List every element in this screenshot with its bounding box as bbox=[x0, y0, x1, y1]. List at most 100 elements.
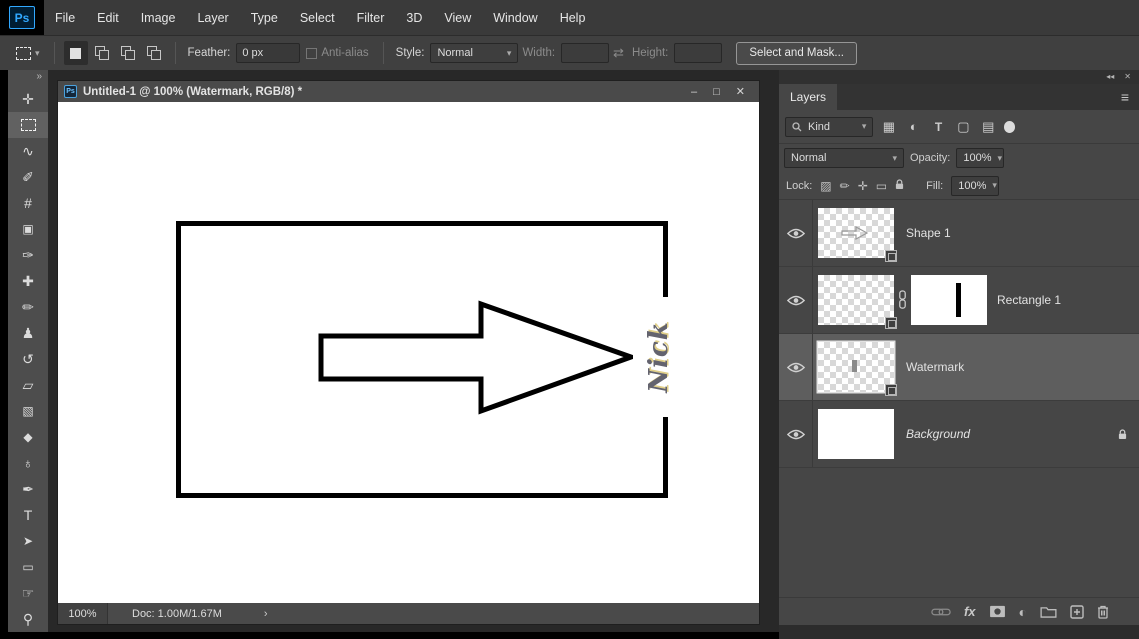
panel-menu-icon[interactable]: ≡ bbox=[1121, 84, 1139, 110]
new-selection-button[interactable] bbox=[63, 41, 88, 65]
panel-tabbar: Layers ≡ bbox=[779, 84, 1139, 110]
filter-kind-select[interactable]: Kind ▾ bbox=[785, 116, 874, 137]
collapse-panels-icon[interactable]: ◂◂ bbox=[1106, 70, 1114, 84]
filter-smart-object-layers-icon[interactable]: ▤ bbox=[979, 119, 998, 135]
path-selection-tool[interactable]: ➤ bbox=[8, 528, 48, 554]
pen-tool[interactable]: ✒ bbox=[8, 476, 48, 502]
delete-layer-icon[interactable] bbox=[1097, 605, 1109, 619]
clone-stamp-tool[interactable]: ♟ bbox=[8, 320, 48, 346]
minimize-button[interactable]: – bbox=[691, 86, 697, 98]
mask-link-icon[interactable] bbox=[898, 290, 907, 310]
fill-select[interactable]: 100% ▾ bbox=[951, 175, 1000, 196]
filter-adjustment-layers-icon[interactable]: ◐ bbox=[904, 119, 923, 134]
move-tool[interactable]: ✛ bbox=[8, 86, 48, 112]
rectangular-marquee-tool[interactable] bbox=[8, 112, 48, 138]
hand-tool[interactable]: ☞ bbox=[8, 580, 48, 606]
rectangle-tool[interactable]: ▭ bbox=[8, 554, 48, 580]
menu-image[interactable]: Image bbox=[130, 0, 187, 35]
opacity-select[interactable]: 100% ▾ bbox=[956, 148, 1005, 168]
visibility-toggle[interactable] bbox=[779, 334, 813, 400]
lock-position-icon[interactable]: ✛ bbox=[858, 179, 868, 193]
crop-tool[interactable]: # bbox=[8, 190, 48, 216]
zoom-tool[interactable]: ⚲ bbox=[8, 606, 48, 632]
zoom-level[interactable]: 100% bbox=[58, 603, 108, 624]
link-layers-icon[interactable] bbox=[931, 607, 951, 617]
new-group-icon[interactable] bbox=[1040, 606, 1057, 618]
layer-name[interactable]: Shape 1 bbox=[906, 226, 951, 240]
style-select[interactable]: Normal ▾ bbox=[430, 43, 519, 63]
eraser-tool[interactable]: ▱ bbox=[8, 372, 48, 398]
eyedropper-tool[interactable]: ✑ bbox=[8, 242, 48, 268]
add-layer-mask-icon[interactable] bbox=[989, 605, 1006, 618]
menu-file[interactable]: File bbox=[44, 0, 86, 35]
blur-tool[interactable]: ◆ bbox=[8, 424, 48, 450]
anti-alias-checkbox bbox=[306, 47, 318, 59]
status-chevron-icon[interactable]: › bbox=[264, 608, 268, 620]
dodge-tool[interactable]: ♁ bbox=[8, 450, 48, 476]
menu-3d[interactable]: 3D bbox=[395, 0, 433, 35]
close-panel-icon[interactable]: ✕ bbox=[1124, 70, 1131, 84]
visibility-toggle[interactable] bbox=[779, 401, 813, 467]
select-and-mask-button[interactable]: Select and Mask... bbox=[736, 41, 857, 65]
spot-healing-brush-tool[interactable]: ✚ bbox=[8, 268, 48, 294]
document-titlebar[interactable]: Ps Untitled-1 @ 100% (Watermark, RGB/8) … bbox=[58, 81, 759, 102]
frame-tool[interactable]: ▣ bbox=[8, 216, 48, 242]
eye-icon bbox=[786, 228, 805, 238]
maximize-button[interactable]: □ bbox=[713, 86, 720, 98]
layer-row-background[interactable]: Background bbox=[779, 401, 1139, 468]
quick-selection-tool[interactable]: ✐ bbox=[8, 164, 48, 190]
menu-window[interactable]: Window bbox=[482, 0, 548, 35]
layer-row-watermark[interactable]: Watermark bbox=[779, 334, 1139, 401]
filter-shape-layers-icon[interactable]: ▢ bbox=[954, 119, 973, 135]
close-button[interactable]: ✕ bbox=[736, 85, 745, 98]
menu-edit[interactable]: Edit bbox=[86, 0, 130, 35]
layer-style-icon[interactable]: fx bbox=[964, 604, 976, 619]
new-layer-icon[interactable] bbox=[1070, 604, 1084, 619]
lock-transparent-pixels-icon[interactable]: ▨ bbox=[820, 179, 831, 193]
tab-layers[interactable]: Layers bbox=[779, 84, 837, 110]
gradient-tool[interactable]: ▧ bbox=[8, 398, 48, 424]
feather-input[interactable] bbox=[236, 43, 301, 63]
brush-tool[interactable]: ✏ bbox=[8, 294, 48, 320]
layer-row-rectangle1[interactable]: Rectangle 1 bbox=[779, 267, 1139, 334]
lock-image-pixels-icon[interactable]: ✏ bbox=[840, 179, 850, 193]
visibility-toggle[interactable] bbox=[779, 267, 813, 333]
menu-type[interactable]: Type bbox=[240, 0, 289, 35]
menu-layer[interactable]: Layer bbox=[186, 0, 239, 35]
layer-thumbnail[interactable] bbox=[818, 275, 897, 329]
layer-name[interactable]: Watermark bbox=[906, 360, 964, 374]
layer-name[interactable]: Rectangle 1 bbox=[997, 293, 1061, 307]
layer-thumbnail[interactable] bbox=[818, 208, 897, 262]
layer-thumbnail[interactable] bbox=[818, 409, 894, 459]
subtract-from-selection-button[interactable] bbox=[116, 41, 140, 65]
background-lock-icon[interactable] bbox=[1118, 428, 1127, 440]
add-to-selection-button[interactable] bbox=[90, 41, 114, 65]
filter-toggle-switch[interactable] bbox=[1003, 120, 1015, 133]
history-brush-tool[interactable]: ↺ bbox=[8, 346, 48, 372]
filter-pixel-layers-icon[interactable]: ▦ bbox=[879, 119, 898, 135]
canvas[interactable]: Nick bbox=[58, 102, 759, 604]
layer-row-shape1[interactable]: Shape 1 bbox=[779, 200, 1139, 267]
menu-view[interactable]: View bbox=[433, 0, 482, 35]
blend-mode-select[interactable]: Normal ▾ bbox=[784, 148, 904, 168]
lock-all-icon[interactable] bbox=[895, 178, 904, 193]
layer-mask-thumbnail[interactable] bbox=[911, 275, 987, 325]
menu-filter[interactable]: Filter bbox=[346, 0, 396, 35]
adjustment-layer-icon[interactable]: ◐ bbox=[1019, 604, 1027, 620]
layers-list[interactable]: Shape 1 Rectangle 1 Watermark Background bbox=[779, 200, 1139, 597]
filter-type-layers-icon[interactable]: T bbox=[929, 120, 948, 134]
lasso-tool[interactable]: ∿ bbox=[8, 138, 48, 164]
tool-preset-dropdown[interactable]: ▾ bbox=[10, 46, 46, 60]
visibility-toggle[interactable] bbox=[779, 200, 813, 266]
toolbar-collapse-icon[interactable]: » bbox=[8, 70, 48, 86]
layer-name[interactable]: Background bbox=[906, 427, 970, 441]
intersect-selection-button[interactable] bbox=[142, 41, 166, 65]
window-buttons: – □ ✕ bbox=[691, 85, 753, 99]
horizontal-type-tool[interactable]: T bbox=[8, 502, 48, 528]
menu-help[interactable]: Help bbox=[549, 0, 597, 35]
lock-artboard-icon[interactable]: ▭ bbox=[876, 179, 887, 193]
thumbnail-badge-icon bbox=[885, 384, 897, 396]
document-window: Ps Untitled-1 @ 100% (Watermark, RGB/8) … bbox=[57, 80, 760, 625]
layer-thumbnail[interactable] bbox=[818, 342, 897, 396]
menu-select[interactable]: Select bbox=[289, 0, 346, 35]
